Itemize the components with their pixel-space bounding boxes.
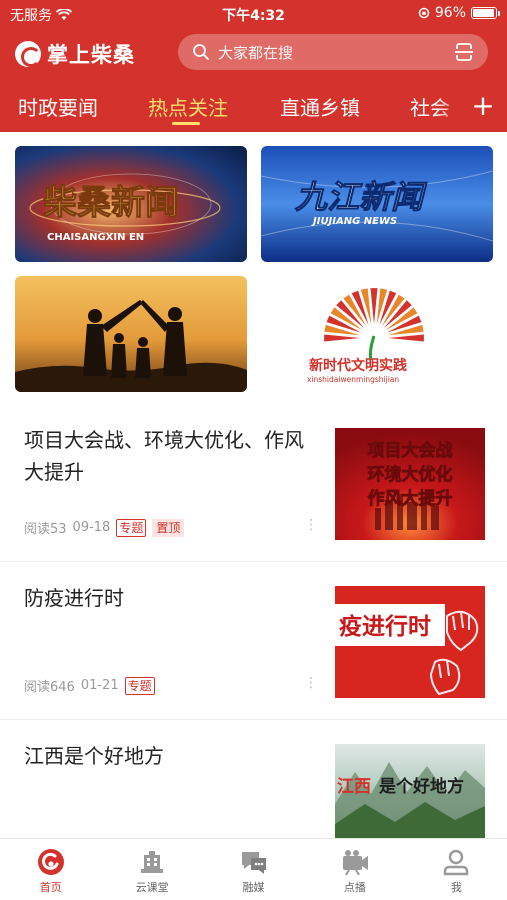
video-camera-icon [342, 850, 368, 876]
app-title: 掌上柴桑 [47, 43, 135, 67]
read-count: 阅读646 [24, 680, 75, 695]
banner-civilization-practice[interactable]: 新时代文明实践 xinshidaiwenmingshijian [261, 276, 493, 392]
nav-on-demand[interactable]: 点播 [304, 839, 405, 900]
thumb-line: 江西 [337, 777, 371, 797]
channel-tabs: 时政要闻 热点关注 直通乡镇 社会 + [0, 84, 507, 130]
banner-subtitle: CHAISANGXIN EN [47, 232, 144, 243]
thumb-line: 环境大优化 [368, 464, 453, 485]
thumb-line: 疫进行时 [339, 613, 431, 640]
thumb-line: 作风大提升 [368, 488, 453, 509]
battery-percent: 96% [434, 5, 466, 21]
pinned-tag: 置顶 [152, 518, 185, 537]
home-logo-icon [37, 849, 64, 875]
app-bar: 掌上柴桑 大家都在搜 [0, 32, 507, 74]
bottom-navigation: 首页 云课堂 融媒 点播 我 [0, 838, 507, 900]
search-placeholder: 大家都在搜 [218, 43, 294, 62]
news-title[interactable]: 项目大会战、环境大优化、作风大提升 [24, 424, 304, 488]
logo-ray [324, 334, 360, 342]
nav-media[interactable]: 融媒 [203, 839, 304, 900]
news-thumbnail[interactable]: 疫进行时 [335, 586, 485, 698]
status-bar: 无服务 下午4:32 96% [0, 0, 507, 28]
read-count: 阅读53 [24, 522, 67, 537]
more-options-icon[interactable]: ⋮ [304, 675, 318, 691]
chat-bubbles-icon [241, 852, 266, 874]
app-header: 无服务 下午4:32 96% 掌上柴桑 大家都在搜 时政要闻 热点关注 直通乡镇… [0, 0, 507, 132]
app-logo-icon [15, 41, 41, 67]
scan-icon[interactable] [454, 42, 474, 62]
banner-subtitle: xinshidaiwenmingshijian [307, 375, 399, 384]
news-thumbnail[interactable]: 项目大会战 环境大优化 作风大提升 [335, 428, 485, 540]
tab-politics[interactable]: 时政要闻 [18, 92, 98, 121]
battery-icon [471, 7, 500, 19]
orientation-lock-icon [418, 7, 430, 19]
news-meta: 阅读646 01-21 专题 [24, 676, 155, 695]
tab-townships[interactable]: 直通乡镇 [280, 92, 360, 121]
thumb-line: 是个好地方 [379, 776, 464, 797]
banner-title: 柴桑新闻 [43, 183, 179, 223]
news-meta: 阅读53 09-18 专题 置顶 [24, 518, 185, 537]
nav-label: 首页 [39, 881, 62, 894]
more-options-icon[interactable]: ⋮ [304, 517, 318, 533]
banner-chaisang-news[interactable]: 柴桑新闻 CHAISANGXIN EN [15, 146, 247, 262]
thumb-line: 项目大会战 [368, 440, 453, 461]
app-logo: 掌上柴桑 [15, 39, 135, 69]
nav-cloud-classroom[interactable]: 云课堂 [101, 839, 202, 900]
news-item[interactable]: 防疫进行时 阅读646 01-21 专题 ⋮ 疫进行时 [0, 562, 507, 720]
search-bar[interactable]: 大家都在搜 [178, 34, 488, 70]
user-icon [444, 849, 469, 876]
banner-title: 新时代文明实践 [309, 357, 407, 374]
active-tab-indicator [172, 122, 200, 125]
nav-label: 我 [450, 881, 462, 894]
nav-label: 融媒 [242, 881, 265, 894]
publish-date: 01-21 [80, 678, 119, 693]
logo-ray [370, 288, 378, 324]
news-title[interactable]: 江西是个好地方 [24, 740, 304, 772]
banner-title: 九江新闻 [294, 178, 428, 216]
logo-ray [388, 334, 424, 342]
nav-home[interactable]: 首页 [0, 839, 101, 900]
news-item[interactable]: 项目大会战、环境大优化、作风大提升 阅读53 09-18 专题 置顶 ⋮ 项目大… [0, 404, 507, 562]
nav-label: 云课堂 [135, 881, 169, 894]
search-icon [193, 44, 209, 60]
classroom-icon [141, 851, 164, 873]
topic-tag: 专题 [124, 676, 155, 695]
banner-subtitle: JIUJIANG NEWS [311, 216, 397, 227]
banner-jiujiang-news[interactable]: 九江新闻 JIUJIANG NEWS [261, 146, 493, 262]
banner-grid: 柴桑新闻 CHAISANGXIN EN 九江新闻 JIUJIANG NEWS 新… [0, 132, 507, 402]
banner-family-photo[interactable] [15, 276, 247, 392]
nav-label: 点播 [343, 881, 366, 894]
nav-me[interactable]: 我 [406, 839, 507, 900]
tab-hot-topics[interactable]: 热点关注 [148, 92, 228, 121]
topic-tag: 专题 [116, 518, 147, 537]
publish-date: 09-18 [72, 520, 111, 535]
add-channel-button[interactable]: + [459, 84, 507, 130]
news-title[interactable]: 防疫进行时 [24, 582, 304, 614]
